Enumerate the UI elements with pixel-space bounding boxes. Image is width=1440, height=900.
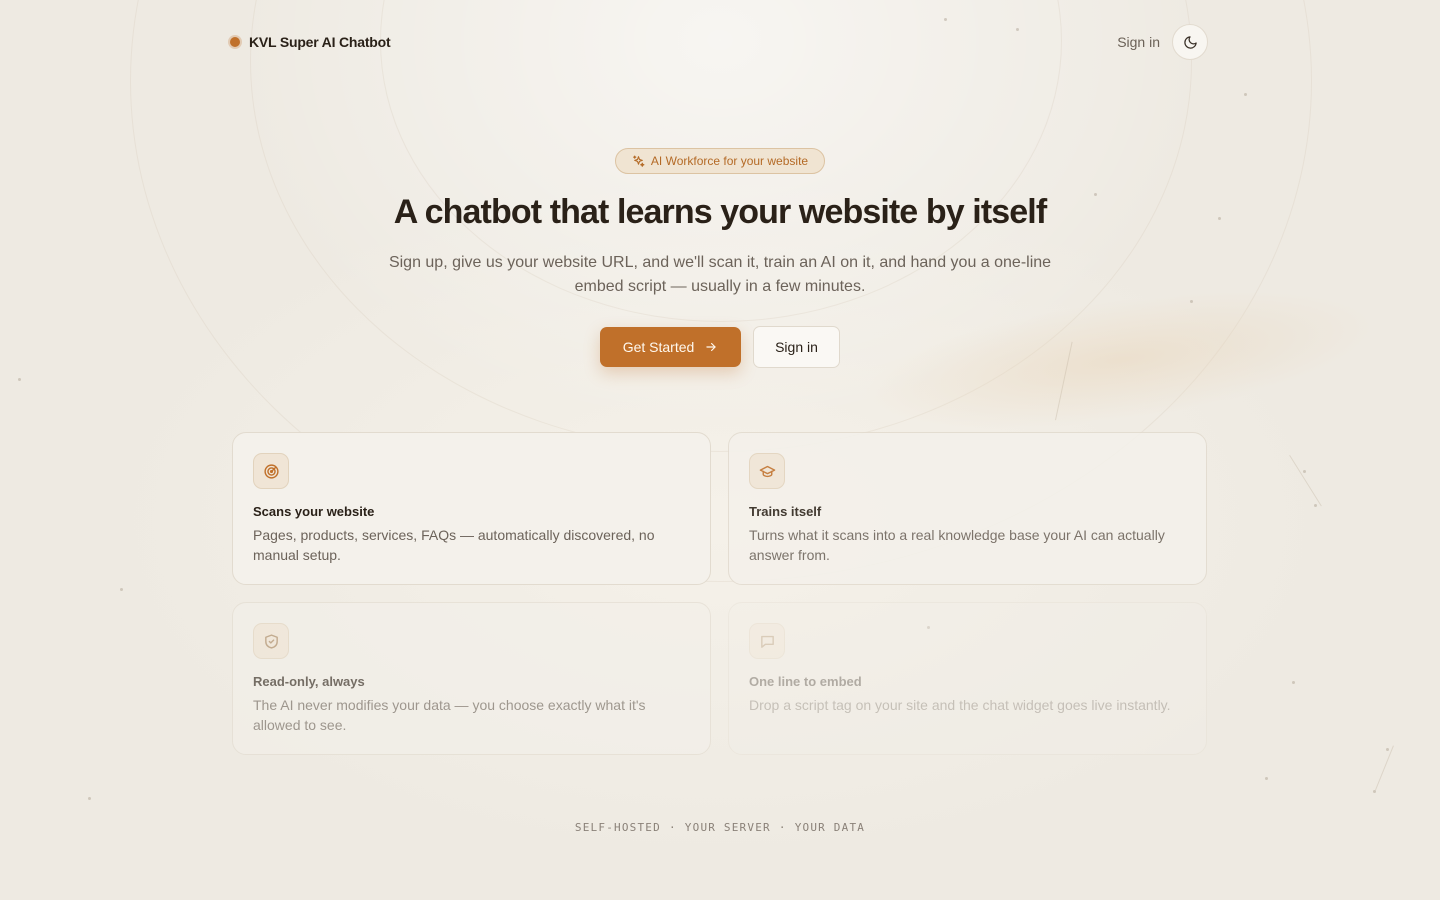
sparkles-icon: [632, 155, 645, 167]
feature-description: Turns what it scans into a real knowledg…: [749, 527, 1165, 563]
feature-description: The AI never modifies your data — you ch…: [253, 697, 646, 733]
feature-description: Drop a script tag on your site and the c…: [749, 697, 1171, 713]
feature-title: Read-only, always: [253, 674, 365, 689]
background-star: [1386, 748, 1389, 751]
background-star: [1303, 470, 1306, 473]
background-star: [1265, 777, 1268, 780]
nav-actions: Sign in: [1117, 24, 1208, 60]
feature-card: Scans your website Pages, products, serv…: [232, 432, 711, 585]
hero-headline: A chatbot that learns your website by it…: [393, 193, 1047, 231]
feature-icon-box: [749, 623, 785, 659]
feature-icon-box: [253, 623, 289, 659]
feature-title: Trains itself: [749, 504, 822, 519]
background-star: [1190, 300, 1193, 303]
footer-separator: ·: [668, 821, 677, 834]
graduation-cap-icon: [759, 465, 775, 477]
background-star: [944, 18, 947, 21]
footer-tag-your-data: YOUR DATA: [794, 821, 866, 834]
feature-icon-box: [749, 453, 785, 489]
footer-tag-your-server: YOUR SERVER: [684, 821, 771, 834]
background-star: [88, 797, 91, 800]
shield-check-icon: [264, 633, 278, 649]
feature-description: Pages, products, services, FAQs — automa…: [253, 527, 655, 563]
feature-card: Read-only, always The AI never modifies …: [232, 602, 711, 755]
feature-card: One line to embed Drop a script tag on y…: [728, 602, 1207, 755]
top-nav: KVL Super AI Chatbot Sign in: [230, 24, 1208, 60]
feature-icon-box: [253, 453, 289, 489]
brand[interactable]: KVL Super AI Chatbot: [230, 24, 391, 60]
moon-icon: [1183, 35, 1197, 49]
background-star: [1292, 681, 1295, 684]
radar-icon: [263, 463, 279, 479]
message-square-icon: [760, 635, 774, 648]
background-star: [18, 378, 21, 381]
footer-tag-self-hosted: SELF-HOSTED: [574, 821, 661, 834]
footer-tagline: SELF-HOSTED · YOUR SERVER · YOUR DATA: [0, 821, 1440, 834]
background-star: [1314, 504, 1317, 507]
hero-badge: AI Workforce for your website: [615, 148, 825, 174]
arrow-right-icon: [706, 342, 716, 352]
theme-toggle-button[interactable]: [1172, 24, 1208, 60]
background-constellation-line: [1375, 745, 1394, 791]
feature-card: Trains itself Turns what it scans into a…: [728, 432, 1207, 585]
hero-badge-label: AI Workforce for your website: [650, 154, 809, 168]
background-constellation-line: [1055, 341, 1073, 421]
sign-in-button[interactable]: Sign in: [753, 326, 840, 368]
landing-page: KVL Super AI Chatbot Sign in AI Workforc…: [0, 0, 1440, 900]
background-constellation-line: [1289, 455, 1322, 507]
footer-separator: ·: [778, 821, 787, 834]
background-star: [120, 588, 123, 591]
get-started-button[interactable]: Get Started: [600, 327, 741, 367]
nav-sign-in-link[interactable]: Sign in: [1117, 34, 1160, 50]
feature-title: Scans your website: [253, 504, 375, 519]
hero-subtitle: Sign up, give us your website URL, and w…: [388, 254, 1052, 295]
sign-in-label: Sign in: [775, 339, 818, 355]
brand-name: KVL Super AI Chatbot: [249, 34, 391, 50]
background-star: [1244, 93, 1247, 96]
brand-logo-dot: [230, 37, 240, 47]
get-started-label: Get Started: [622, 339, 695, 355]
feature-title: One line to embed: [749, 674, 862, 689]
